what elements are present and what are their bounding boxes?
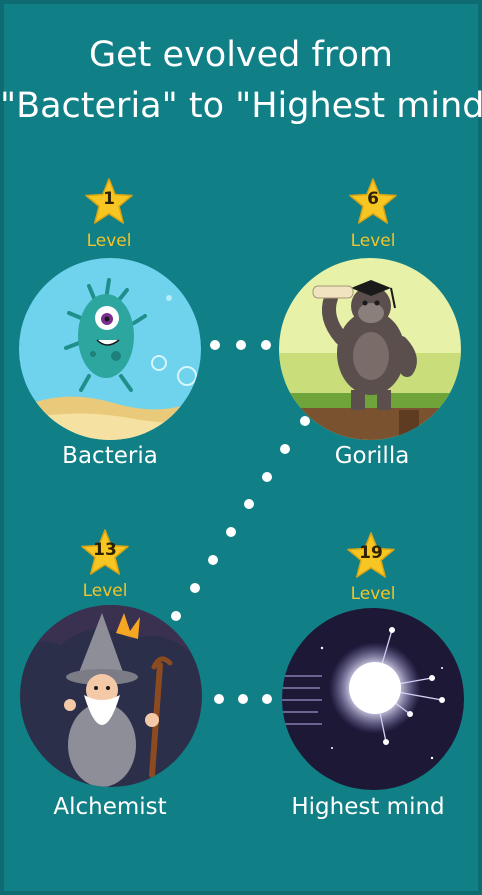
- level-number: 1: [103, 189, 115, 209]
- stage-name: Gorilla: [334, 443, 410, 469]
- level-star-icon: 13: [80, 528, 130, 578]
- level-star-icon: 6: [348, 177, 398, 227]
- level-label: Level: [350, 231, 396, 251]
- level-label: Level: [82, 581, 128, 601]
- path-dot: [208, 555, 218, 565]
- path-dot: [190, 583, 200, 593]
- level-star-icon: 19: [346, 531, 396, 581]
- path-dot: [214, 694, 224, 704]
- path-dot: [262, 472, 272, 482]
- path-dot: [238, 694, 248, 704]
- path-dot: [236, 340, 246, 350]
- level-number: 13: [93, 540, 117, 560]
- path-dot: [300, 416, 310, 426]
- stage-name: Bacteria: [62, 443, 158, 469]
- bacteria-image[interactable]: [19, 258, 201, 440]
- headline-line-2: "Bacteria" to "Highest mind": [0, 86, 482, 126]
- level-star-icon: 1: [84, 177, 134, 227]
- gorilla-image[interactable]: [279, 258, 461, 440]
- stage-name: Alchemist: [53, 794, 167, 820]
- path-dot: [262, 694, 272, 704]
- level-number: 19: [359, 543, 383, 563]
- path-dot: [261, 340, 271, 350]
- stage-name: Highest mind: [291, 794, 445, 820]
- alchemist-image[interactable]: [20, 605, 202, 787]
- level-number: 6: [367, 189, 379, 209]
- highest-mind-image[interactable]: [282, 608, 464, 790]
- path-dot: [280, 444, 290, 454]
- path-dot: [171, 611, 181, 621]
- path-dot: [244, 499, 254, 509]
- headline-line-1: Get evolved from: [89, 35, 393, 75]
- path-dot: [226, 527, 236, 537]
- level-label: Level: [350, 584, 396, 604]
- level-label: Level: [86, 231, 132, 251]
- path-dot: [210, 340, 220, 350]
